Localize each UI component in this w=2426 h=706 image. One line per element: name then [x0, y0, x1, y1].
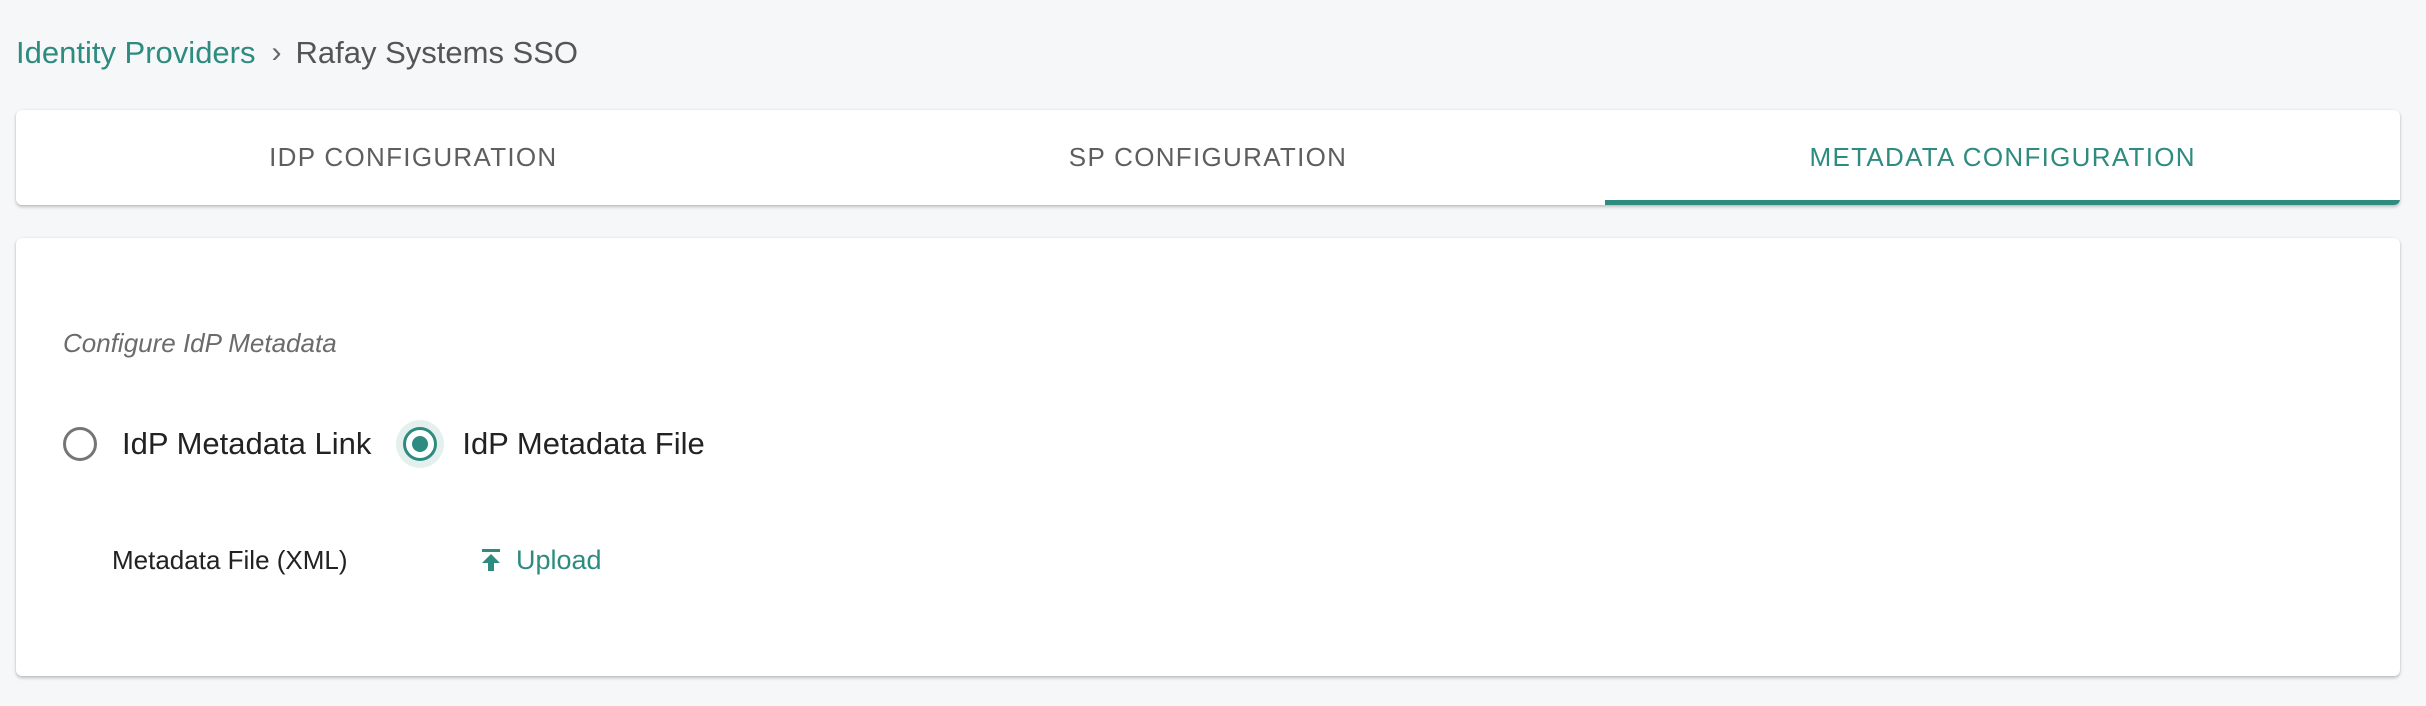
- radio-unchecked-icon[interactable]: [63, 427, 97, 461]
- upload-label: Upload: [516, 544, 602, 575]
- tab-idp-configuration[interactable]: IDP CONFIGURATION: [16, 110, 811, 205]
- breadcrumb-link-identity-providers[interactable]: Identity Providers: [16, 35, 256, 71]
- radio-label-idp-metadata-file: IdP Metadata File: [462, 426, 705, 461]
- tab-bar: IDP CONFIGURATION SP CONFIGURATION METAD…: [16, 110, 2400, 205]
- radio-idp-metadata-file[interactable]: IdP Metadata File: [403, 426, 705, 462]
- radio-label-idp-metadata-link: IdP Metadata Link: [122, 426, 372, 461]
- radio-idp-metadata-link[interactable]: IdP Metadata Link: [63, 426, 371, 462]
- radio-dot-icon: [412, 436, 429, 452]
- radio-checked-icon[interactable]: [403, 427, 438, 461]
- metadata-config-card: Configure IdP Metadata IdP Metadata Link…: [16, 238, 2400, 676]
- tab-sp-configuration[interactable]: SP CONFIGURATION: [811, 110, 1606, 205]
- upload-icon: [482, 549, 500, 571]
- tab-metadata-configuration[interactable]: METADATA CONFIGURATION: [1605, 110, 2400, 205]
- breadcrumb: Identity Providers › Rafay Systems SSO: [16, 28, 578, 78]
- breadcrumb-separator: ›: [271, 36, 282, 69]
- upload-button[interactable]: Upload: [480, 545, 602, 576]
- metadata-source-radio-group: IdP Metadata Link IdP Metadata File: [63, 426, 737, 462]
- section-title: Configure IdP Metadata: [63, 328, 337, 358]
- metadata-file-row: Metadata File (XML) Upload: [112, 540, 602, 580]
- metadata-file-label: Metadata File (XML): [112, 544, 348, 575]
- breadcrumb-current: Rafay Systems SSO: [295, 35, 579, 70]
